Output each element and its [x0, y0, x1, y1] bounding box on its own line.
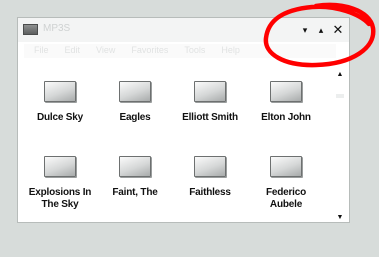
menu-favorites[interactable]: Favorites	[131, 45, 168, 55]
folder-item[interactable]: Faint, The	[99, 156, 171, 199]
folder-label: Federico Aubele	[265, 187, 307, 210]
scroll-down-button[interactable]: ▼	[335, 213, 345, 223]
menu-edit[interactable]: Edit	[65, 45, 81, 55]
scroll-thumb[interactable]	[336, 94, 344, 98]
folder-label: Faint, The	[112, 187, 158, 198]
folder-item[interactable]: Explosions In The Sky	[24, 156, 96, 211]
vertical-scrollbar[interactable]: ▲ ▼	[335, 68, 345, 223]
folder-icon	[119, 81, 151, 102]
maximize-button[interactable]: ▴	[314, 23, 328, 37]
window-title: MP3S	[43, 23, 71, 34]
folder-label: Elton John	[261, 112, 311, 123]
folder-item[interactable]: Elliott Smith	[174, 81, 246, 124]
folder-icon	[119, 156, 151, 177]
folder-label: Faithless	[189, 187, 231, 198]
folder-item[interactable]: Elton John	[250, 81, 322, 124]
folder-icon	[270, 81, 302, 102]
folder-grid: Dulce Sky Eagles Elliott Smith Elton Joh…	[24, 66, 335, 222]
drive-icon	[23, 24, 38, 35]
folder-label: Dulce Sky	[36, 112, 83, 123]
folder-item[interactable]: Federico Aubele	[250, 156, 322, 211]
folder-item[interactable]: Faithless	[174, 156, 246, 199]
minimize-button[interactable]: ▾	[298, 23, 312, 37]
folder-icon	[44, 156, 76, 177]
scroll-up-button[interactable]: ▲	[335, 70, 345, 80]
folder-icon	[270, 156, 302, 177]
menu-help[interactable]: Help	[221, 45, 240, 55]
close-button[interactable]: ✕	[331, 23, 345, 37]
folder-label: Elliott Smith	[182, 112, 238, 123]
explorer-window: MP3S ▾ ▴ ✕ File Edit View Favorites Tool…	[17, 17, 350, 223]
folder-icon	[44, 81, 76, 102]
menu-bar: File Edit View Favorites Tools Help	[24, 44, 336, 58]
menu-file[interactable]: File	[34, 45, 49, 55]
title-bar[interactable]: MP3S ▾ ▴ ✕	[18, 18, 349, 42]
folder-label: Eagles	[119, 112, 151, 123]
folder-item[interactable]: Eagles	[99, 81, 171, 124]
folder-item[interactable]: Dulce Sky	[24, 81, 96, 124]
folder-icon	[194, 156, 226, 177]
folder-label: Explosions In The Sky	[28, 187, 92, 210]
menu-tools[interactable]: Tools	[184, 45, 205, 55]
menu-view[interactable]: View	[96, 45, 115, 55]
folder-icon	[194, 81, 226, 102]
